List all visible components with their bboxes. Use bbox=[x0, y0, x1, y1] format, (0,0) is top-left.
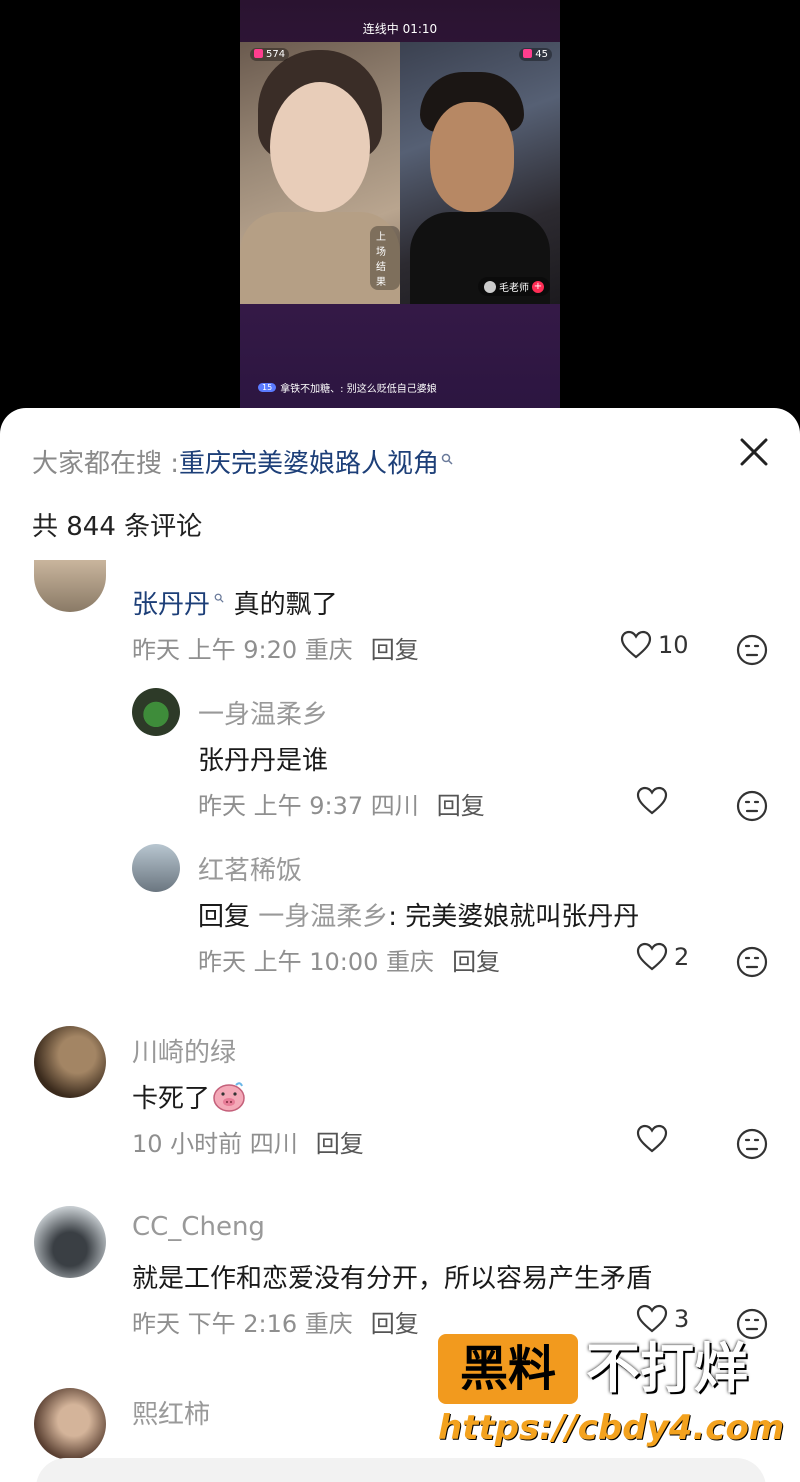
last-result-caption: 上场结果 bbox=[370, 226, 400, 290]
comment-time-location: 昨天 上午 10:00 重庆 bbox=[198, 948, 435, 976]
reply-body: : 完美婆娘就叫张丹丹 bbox=[388, 902, 640, 932]
avatar[interactable] bbox=[132, 844, 180, 892]
author-name[interactable]: 张丹丹 bbox=[132, 590, 210, 620]
crying-pig-emoji-icon bbox=[212, 1081, 246, 1120]
comment-time-location: 昨天 上午 9:37 四川 bbox=[198, 792, 419, 820]
comment-time-location: 昨天 下午 2:16 重庆 bbox=[132, 1310, 353, 1338]
screen: 连线中 01:10 574 上场结果 45 毛老师 + 15 拿铁不加糖、: 别… bbox=[0, 0, 800, 1482]
avatar[interactable] bbox=[132, 688, 180, 736]
dislike-icon[interactable] bbox=[736, 946, 768, 978]
reply-button[interactable]: 回复 bbox=[371, 1310, 419, 1338]
close-icon[interactable] bbox=[738, 436, 770, 468]
heart-icon bbox=[636, 786, 668, 815]
live-chat-message: 15 拿铁不加糖、: 别这么贬低自己婆娘 bbox=[258, 380, 437, 395]
left-camera-feed[interactable]: 574 上场结果 bbox=[240, 42, 400, 304]
trending-search-link[interactable]: 重庆完美婆娘路人视角 bbox=[179, 443, 439, 480]
avatar[interactable] bbox=[34, 1206, 106, 1278]
connection-status: 连线中 01:10 bbox=[362, 22, 438, 36]
comment-author[interactable]: 一身温柔乡 bbox=[198, 694, 328, 731]
comment-text: 卡死了 bbox=[132, 1078, 246, 1120]
user-level-badge: 15 bbox=[258, 383, 277, 392]
like-button[interactable] bbox=[636, 1124, 674, 1154]
trending-search-prefix: 大家都在搜 : bbox=[32, 448, 180, 479]
comment-meta: 10 小时前 四川 回复 bbox=[132, 1124, 364, 1159]
like-count: 2 bbox=[674, 943, 690, 971]
avatar[interactable] bbox=[34, 1026, 106, 1098]
host-avatar bbox=[484, 280, 496, 293]
score-icon bbox=[254, 49, 263, 58]
heart-icon bbox=[636, 1304, 668, 1333]
reply-button[interactable]: 回复 bbox=[452, 948, 500, 976]
comment-time-location: 10 小时前 四川 bbox=[132, 1130, 298, 1158]
right-camera-feed[interactable]: 45 毛老师 + bbox=[400, 42, 560, 304]
comment-time-location: 昨天 上午 9:20 重庆 bbox=[132, 636, 353, 664]
heart-icon bbox=[620, 630, 652, 659]
watermark-url: https://cbdy4.com bbox=[438, 1408, 785, 1448]
comment-author[interactable]: 红茗稀饭 bbox=[198, 850, 302, 887]
site-watermark: 黑料 不打烊 https://cbdy4.com bbox=[438, 1334, 784, 1450]
score-icon bbox=[523, 49, 533, 58]
comment-meta: 昨天 下午 2:16 重庆 回复 bbox=[132, 1304, 419, 1339]
comment-meta: 昨天 上午 10:00 重庆 回复 bbox=[198, 942, 500, 977]
comment-text: 真的飘了 bbox=[233, 590, 338, 620]
reply-button[interactable]: 回复 bbox=[371, 636, 419, 664]
comment-body: 卡死了 bbox=[132, 1084, 211, 1114]
watermark-logo-box: 黑料 bbox=[438, 1334, 578, 1404]
like-button[interactable] bbox=[636, 786, 674, 816]
left-score-badge: 574 bbox=[250, 48, 290, 61]
person-face bbox=[270, 82, 370, 212]
heart-icon bbox=[636, 1124, 668, 1153]
reply-prefix: 回复 bbox=[198, 902, 259, 932]
comment-author[interactable]: 张丹丹 真的飘了 bbox=[132, 584, 338, 621]
heart-icon bbox=[636, 942, 668, 971]
dislike-icon[interactable] bbox=[736, 790, 768, 822]
comment-meta: 昨天 上午 9:37 四川 回复 bbox=[198, 786, 485, 821]
comment-count: 共 844 条评论 bbox=[32, 512, 203, 542]
live-video[interactable]: 连线中 01:10 574 上场结果 45 毛老师 + 15 拿铁不加糖、: 别… bbox=[240, 0, 560, 420]
mention-link[interactable]: 一身温柔乡 bbox=[258, 902, 388, 932]
comment-text: 张丹丹是谁 bbox=[198, 746, 329, 776]
dislike-icon[interactable] bbox=[736, 1128, 768, 1160]
comment-text: 回复 一身温柔乡: 完美婆娘就叫张丹丹 bbox=[198, 896, 639, 933]
avatar[interactable] bbox=[34, 560, 106, 612]
like-button[interactable]: 10 bbox=[620, 630, 689, 660]
left-score-value: 574 bbox=[266, 49, 286, 60]
like-count: 10 bbox=[658, 631, 689, 659]
dislike-icon[interactable] bbox=[736, 634, 768, 666]
like-button[interactable]: 2 bbox=[636, 942, 689, 972]
host-name: 毛老师 bbox=[499, 283, 529, 294]
watermark-logo-text: 不打烊 bbox=[586, 1337, 748, 1400]
comment-meta: 昨天 上午 9:20 重庆 回复 bbox=[132, 630, 419, 665]
follow-plus-icon[interactable]: + bbox=[532, 280, 544, 293]
host-tag[interactable]: 毛老师 + bbox=[478, 277, 550, 296]
comment-author[interactable]: 川崎的绿 bbox=[132, 1032, 236, 1069]
comments-sheet: 大家都在搜 : 重庆完美婆娘路人视角 共 844 条评论 张丹丹 真的飘了 昨天… bbox=[0, 408, 800, 1482]
right-score-badge: 45 bbox=[519, 48, 552, 61]
comment-input-bar[interactable] bbox=[36, 1458, 766, 1482]
reply-button[interactable]: 回复 bbox=[316, 1130, 364, 1158]
chat-text: 拿铁不加糖、: 别这么贬低自己婆娘 bbox=[280, 384, 437, 395]
trending-search[interactable]: 大家都在搜 : 重庆完美婆娘路人视角 bbox=[32, 443, 768, 480]
like-button[interactable]: 3 bbox=[636, 1304, 689, 1334]
right-score-value: 45 bbox=[535, 49, 548, 60]
search-icon bbox=[441, 453, 453, 469]
comment-author[interactable]: 熙红柿 bbox=[132, 1394, 210, 1431]
reply-button[interactable]: 回复 bbox=[437, 792, 485, 820]
like-count: 3 bbox=[674, 1305, 690, 1333]
comment-text: 就是工作和恋爱没有分开，所以容易产生矛盾 bbox=[132, 1264, 653, 1294]
person-face bbox=[430, 102, 514, 212]
comment-author[interactable]: CC_Cheng bbox=[132, 1212, 265, 1242]
avatar[interactable] bbox=[34, 1388, 106, 1460]
search-icon bbox=[210, 592, 228, 606]
